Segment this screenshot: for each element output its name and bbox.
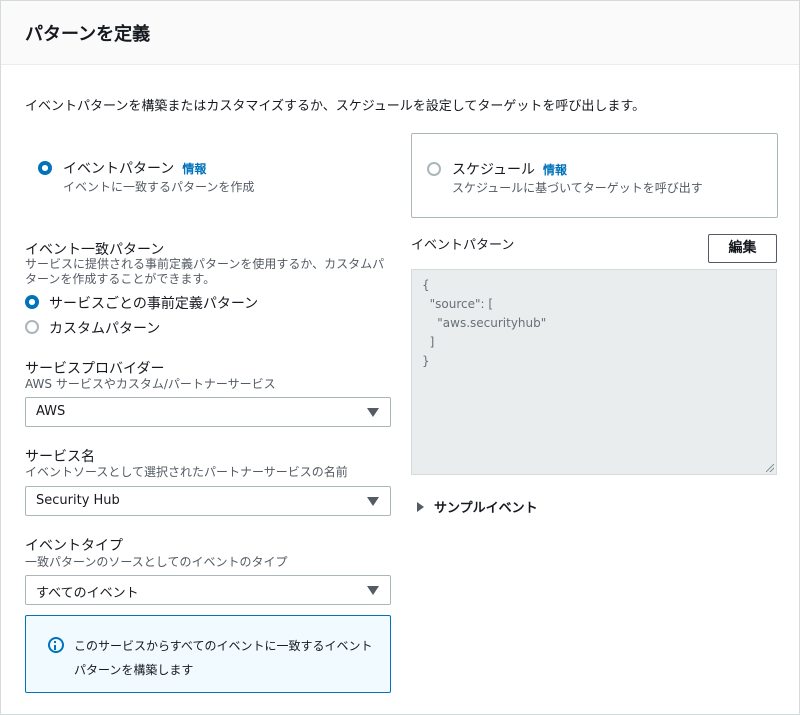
define-pattern-panel: パターンを定義 イベントパターンを構築またはカスタマイズするか、スケジュールを設… <box>0 0 800 715</box>
schedule-tile[interactable]: スケジュール 情報 スケジュールに基づいてターゲットを呼び出す <box>411 133 778 218</box>
service-name-desc: イベントソースとして選択されたパートナーサービスの名前 <box>25 465 348 479</box>
panel-title: パターンを定義 <box>25 24 151 45</box>
event-pattern-heading: イベントパターン <box>411 238 515 253</box>
event-type-select[interactable]: すべてのイベント <box>25 575 391 605</box>
service-provider-value: AWS <box>36 404 66 419</box>
schedule-label: スケジュール 情報 <box>452 162 568 178</box>
caret-down-icon <box>367 586 379 595</box>
schedule-radio[interactable] <box>427 162 441 176</box>
info-alert: このサービスからすべてのイベントに一致するイベントパターンを構築します <box>25 615 391 693</box>
match-pattern-desc: サービスに提供される事前定義パターンを使用するか、カスタムパターンを作成すること… <box>25 257 385 286</box>
event-pattern-radio[interactable] <box>38 161 52 175</box>
service-name-label: サービス名 <box>25 449 95 465</box>
custom-pattern-radio[interactable] <box>25 320 39 334</box>
predefined-pattern-radio[interactable] <box>25 295 39 309</box>
event-type-value: すべてのイベント <box>36 586 139 601</box>
service-name-select[interactable]: Security Hub <box>25 486 391 516</box>
service-provider-desc: AWS サービスやカスタム/パートナーサービス <box>25 377 276 391</box>
code-line: } <box>422 354 430 368</box>
event-pattern-tile[interactable]: イベントパターン 情報 イベントに一致するパターンを作成 <box>25 143 395 219</box>
sample-event-expander[interactable]: サンプルイベント <box>417 497 538 516</box>
caret-down-icon <box>367 497 379 506</box>
code-line: ] <box>422 335 435 349</box>
edit-button[interactable]: 編集 <box>708 234 777 263</box>
event-type-label: イベントタイプ <box>25 538 123 554</box>
resize-handle-icon[interactable] <box>766 464 774 472</box>
predefined-pattern-label[interactable]: サービスごとの事前定義パターン <box>49 293 258 313</box>
custom-pattern-label[interactable]: カスタムパターン <box>49 318 160 338</box>
match-pattern-label: イベント一致パターン <box>25 242 165 258</box>
info-icon <box>48 637 64 653</box>
intro-text: イベントパターンを構築またはカスタマイズするか、スケジュールを設定してターゲット… <box>25 99 646 114</box>
service-provider-select[interactable]: AWS <box>25 397 391 427</box>
caret-right-icon <box>417 502 424 512</box>
event-pattern-label: イベントパターン 情報 <box>63 161 207 177</box>
info-alert-text: このサービスからすべてのイベントに一致するイベントパターンを構築します <box>74 639 373 677</box>
service-provider-label: サービスプロバイダー <box>25 361 165 377</box>
schedule-desc: スケジュールに基づいてターゲットを呼び出す <box>452 181 703 195</box>
sample-event-label: サンプルイベント <box>434 501 538 516</box>
schedule-info-link[interactable]: 情報 <box>543 163 567 177</box>
event-pattern-desc: イベントに一致するパターンを作成 <box>63 180 255 194</box>
event-pattern-info-link[interactable]: 情報 <box>182 162 206 176</box>
event-type-desc: 一致パターンのソースとしてのイベントのタイプ <box>25 555 288 569</box>
code-line: "source": [ <box>422 297 494 311</box>
service-name-value: Security Hub <box>36 493 120 508</box>
code-line: "aws.securityhub" <box>422 316 547 330</box>
panel-header: パターンを定義 <box>1 1 799 65</box>
caret-down-icon <box>367 408 379 417</box>
code-line: { <box>422 278 430 292</box>
event-pattern-code[interactable]: { "source": [ "aws.securityhub" ] } <box>411 269 777 475</box>
